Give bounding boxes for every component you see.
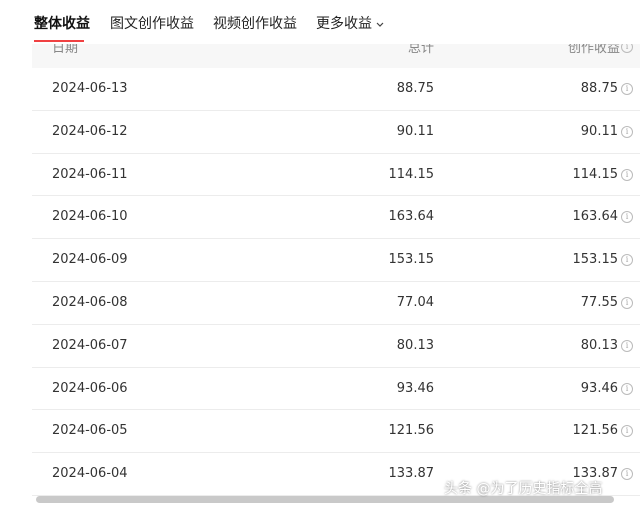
- table-row: 2024-06-12 90.11 90.11 i: [32, 111, 640, 154]
- cell-total: 114.15: [388, 166, 435, 182]
- cell-date: 2024-06-08: [52, 294, 128, 310]
- cell-creation-income: 88.75: [580, 81, 618, 96]
- tab-article-income[interactable]: 图文创作收益: [110, 14, 194, 34]
- tab-video-income[interactable]: 视频创作收益: [213, 14, 297, 34]
- cell-date: 2024-06-04: [52, 466, 128, 482]
- tab-more-income[interactable]: 更多收益: [316, 14, 384, 34]
- table-body: 2024-06-13 88.75 88.75 i 2024-06-12 90.11 90.1…: [32, 68, 640, 496]
- info-icon[interactable]: i: [621, 211, 633, 224]
- cell-total: 90.11: [396, 123, 434, 139]
- table-row: 2024-06-08 77.04 77.55 i: [32, 282, 640, 325]
- cell-total: 121.56: [388, 423, 435, 439]
- table-row: 2024-06-11 114.15 114.15 i: [32, 154, 640, 197]
- cell-creation-income: 77.55: [580, 294, 618, 310]
- cell-date: 2024-06-13: [52, 81, 128, 96]
- cell-creation-income: 114.15: [572, 166, 619, 182]
- cell-total: 88.75: [396, 81, 434, 96]
- income-table: 日期 总计 创作收益 i 2024-06-13 88.75 88.75 i 2024-0…: [32, 24, 640, 496]
- watermark: 头条 @为了历史指标全高: [444, 481, 603, 497]
- cell-date: 2024-06-09: [52, 252, 128, 268]
- cell-total: 133.87: [388, 466, 435, 482]
- cell-date: 2024-06-12: [52, 123, 128, 139]
- info-icon[interactable]: i: [621, 125, 633, 138]
- table-row: 2024-06-06 93.46 93.46 i: [32, 368, 640, 411]
- table-row: 2024-06-10 163.64 163.64 i: [32, 196, 640, 240]
- cell-date: 2024-06-06: [52, 380, 128, 396]
- cell-date: 2024-06-07: [52, 337, 128, 353]
- cell-date: 2024-06-11: [52, 166, 128, 182]
- cell-creation-income: 80.13: [580, 337, 618, 353]
- info-icon[interactable]: i: [621, 254, 633, 267]
- cell-creation-income: 93.46: [580, 380, 618, 396]
- tab-bar: 整体收益 图文创作收益 视频创作收益 更多收益: [0, 0, 640, 44]
- chevron-down-icon: [376, 22, 384, 27]
- cell-creation-income: 90.11: [580, 123, 618, 139]
- cell-creation-income: 121.56: [572, 423, 619, 439]
- cell-total: 77.04: [396, 294, 434, 310]
- cell-date: 2024-06-05: [52, 423, 128, 439]
- tab-overall-income[interactable]: 整体收益: [34, 14, 90, 34]
- cell-creation-income: 153.15: [572, 252, 619, 268]
- info-icon[interactable]: i: [621, 468, 633, 481]
- cell-creation-income: 163.64: [572, 209, 619, 225]
- cell-total: 80.13: [396, 337, 434, 353]
- table-row: 2024-06-09 153.15 153.15 i: [32, 239, 640, 282]
- cell-total: 153.15: [388, 252, 435, 268]
- cell-total: 93.46: [396, 380, 434, 396]
- table-row: 2024-06-13 88.75 88.75 i: [32, 68, 640, 111]
- tab-more-income-label: 更多收益: [316, 16, 372, 32]
- table-row: 2024-06-05 121.56 121.56 i: [32, 410, 640, 454]
- info-icon[interactable]: i: [621, 168, 633, 181]
- info-icon[interactable]: i: [621, 296, 633, 309]
- info-icon[interactable]: i: [621, 425, 633, 438]
- table-row: 2024-06-07 80.13 80.13 i: [32, 325, 640, 368]
- cell-total: 163.64: [388, 209, 435, 225]
- active-tab-indicator: [34, 40, 84, 42]
- info-icon[interactable]: i: [621, 339, 633, 352]
- info-icon[interactable]: i: [621, 83, 633, 95]
- info-icon[interactable]: i: [621, 382, 633, 395]
- cell-date: 2024-06-10: [52, 209, 128, 225]
